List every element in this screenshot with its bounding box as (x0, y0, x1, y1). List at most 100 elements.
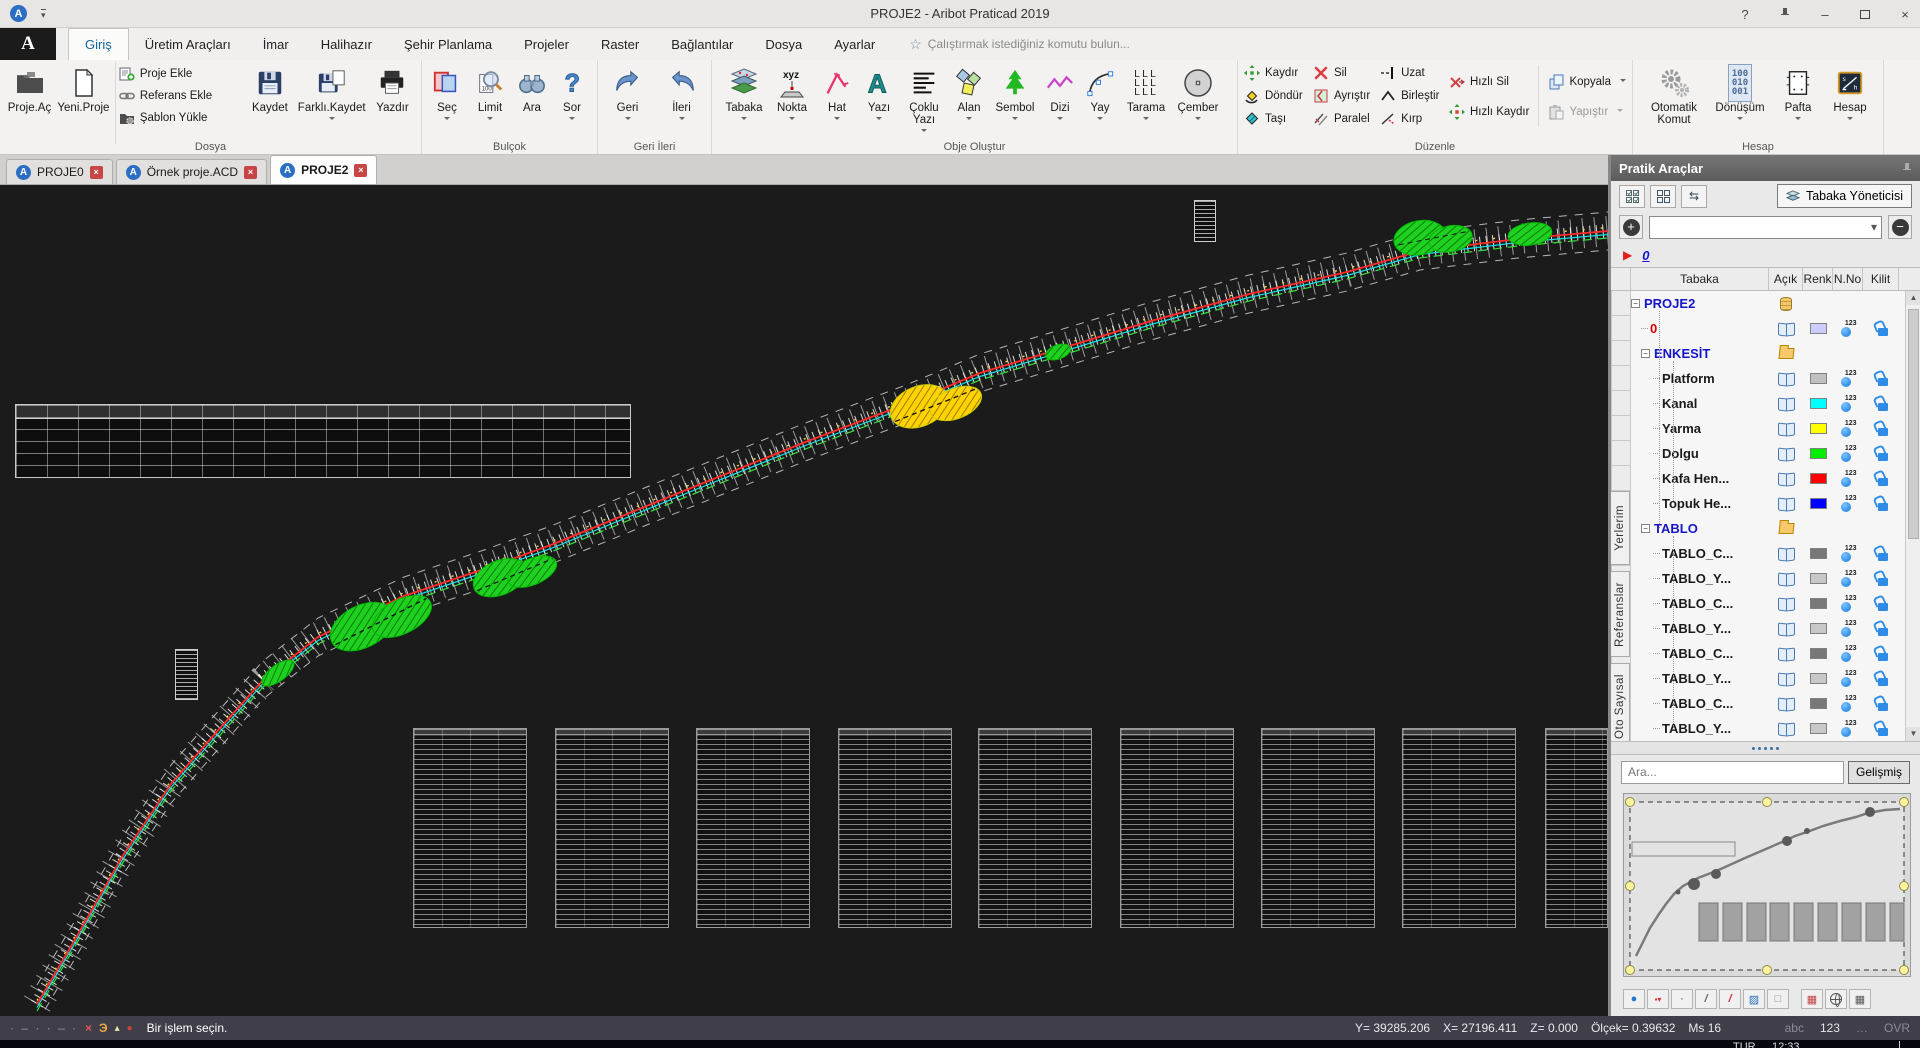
paralel-button[interactable]: Paralel (1313, 111, 1371, 127)
coklu-yazi-button[interactable]: Çoklu Yazı (900, 62, 948, 138)
layer-row[interactable]: Dolgu 123 (1611, 441, 1920, 466)
layer-visible-toggle[interactable] (1769, 598, 1803, 610)
tab-projeler[interactable]: Projeler (508, 28, 585, 60)
layer-number-toggle[interactable]: 123 (1833, 396, 1863, 412)
layer-lock-toggle[interactable] (1863, 496, 1899, 511)
column-acik[interactable]: Açık (1769, 268, 1803, 290)
layer-lock-toggle[interactable] (1863, 396, 1899, 411)
layer-number-toggle[interactable]: 123 (1833, 721, 1863, 737)
dot-style-button[interactable]: · (1671, 989, 1693, 1009)
layer-row[interactable]: −PROJE2 (1611, 291, 1920, 316)
layer-filter-combobox[interactable]: ▾ (1649, 216, 1882, 239)
command-search[interactable]: ☆ Çalıştırmak istediğiniz komutu bulun..… (909, 28, 1130, 60)
dynamic-input-icon[interactable]: Э (99, 1021, 108, 1035)
tile-view-button[interactable] (1650, 185, 1676, 208)
layer-row[interactable]: TABLO_C... 123 (1611, 641, 1920, 666)
layer-number-toggle[interactable]: 123 (1833, 621, 1863, 637)
proje-ekle-button[interactable]: Proje Ekle (119, 66, 245, 82)
help-button[interactable]: ? (1736, 7, 1754, 22)
layer-visible-toggle[interactable] (1769, 623, 1803, 635)
layer-lock-toggle[interactable] (1863, 471, 1899, 486)
layer-visible-toggle[interactable] (1769, 473, 1803, 485)
tab-uretim-araclari[interactable]: Üretim Araçları (129, 28, 247, 60)
layer-number-toggle[interactable]: 123 (1833, 496, 1863, 512)
tab-baglantilar[interactable]: Bağlantılar (655, 28, 749, 60)
yazi-button[interactable]: A Yazı (858, 62, 900, 138)
layer-visible-toggle[interactable] (1769, 498, 1803, 510)
layer-lock-toggle[interactable] (1863, 446, 1899, 461)
close-tab-icon[interactable]: × (244, 166, 257, 179)
cross-section-table[interactable] (1402, 728, 1516, 928)
layer-number-toggle[interactable]: 123 (1833, 596, 1863, 612)
yazdir-button[interactable]: Yazdır (368, 62, 417, 138)
yapistir-button[interactable]: Yapıştır (1548, 104, 1626, 120)
polyline-style-button[interactable]: / (1719, 989, 1741, 1009)
close-tab-icon[interactable]: × (354, 164, 367, 177)
sidetab-referanslar[interactable]: Referanslar (1611, 571, 1630, 657)
layer-color-swatch[interactable] (1803, 673, 1833, 684)
mini-table[interactable] (1194, 200, 1216, 242)
birlestir-button[interactable]: Birleştir (1380, 88, 1440, 104)
abc-toggle[interactable]: abc (1785, 1021, 1804, 1035)
scrollbar-thumb[interactable] (1908, 309, 1919, 539)
hatch-style-button[interactable]: ▨ (1743, 989, 1765, 1009)
hat-button[interactable]: Hat (816, 62, 858, 138)
table-style-button[interactable]: ▦ (1801, 989, 1823, 1009)
osnap-icon[interactable]: ▴ (115, 1023, 120, 1034)
yay-button[interactable]: Yay (1080, 62, 1120, 138)
column-renk[interactable]: Renk (1803, 268, 1833, 290)
mini-table[interactable] (175, 649, 198, 700)
layer-visible-toggle[interactable] (1769, 723, 1803, 735)
layer-visible-toggle[interactable] (1769, 423, 1803, 435)
layer-color-swatch[interactable] (1803, 323, 1833, 334)
otomatik-komut-button[interactable]: Otomatik Komut (1643, 62, 1705, 138)
donusum-button[interactable]: 100010001 Dönüşüm (1711, 62, 1769, 138)
limit-button[interactable]: 100 Limit (468, 62, 512, 138)
layer-number-toggle[interactable]: 123 (1833, 446, 1863, 462)
layer-color-swatch[interactable] (1803, 648, 1833, 659)
layer-lock-toggle[interactable] (1863, 596, 1899, 611)
kopyala-button[interactable]: Kopyala (1548, 74, 1626, 90)
snap-dots-toggle[interactable]: · – · · – · (10, 1021, 78, 1035)
layer-row[interactable]: TABLO_Y... 123 (1611, 666, 1920, 691)
layer-number-toggle[interactable]: 123 (1833, 571, 1863, 587)
sil-button[interactable]: Sil (1313, 65, 1371, 81)
layer-row[interactable]: TABLO_Y... 123 (1611, 566, 1920, 591)
close-tab-icon[interactable]: × (90, 166, 103, 179)
geri-button[interactable]: Geri (605, 62, 651, 138)
layer-visible-toggle[interactable] (1769, 648, 1803, 660)
sidetab-yerlerim[interactable]: Yerlerim (1611, 491, 1630, 565)
close-button[interactable]: × (1896, 7, 1914, 22)
layer-lock-toggle[interactable] (1863, 421, 1899, 436)
layer-row[interactable]: Topuk He... 123 (1611, 491, 1920, 516)
cross-section-table[interactable] (978, 728, 1092, 928)
node-style-button[interactable]: ▪▾ (1647, 989, 1669, 1009)
doc-tab-proje2[interactable]: A PROJE2 × (270, 155, 377, 184)
cross-section-table[interactable] (555, 728, 669, 928)
layer-tree-scrollbar[interactable]: ▲ ▼ (1905, 291, 1920, 741)
layer-color-swatch[interactable] (1803, 698, 1833, 709)
sec-button[interactable]: Seç (426, 62, 468, 138)
yeni-proje-button[interactable]: Yeni.Proje (55, 62, 112, 138)
nokta-button[interactable]: xyz Nokta (768, 62, 816, 138)
show-desktop-divider[interactable] (1899, 1041, 1900, 1048)
layer-visible-toggle[interactable] (1769, 398, 1803, 410)
layer-row[interactable]: Kafa Hen... 123 (1611, 466, 1920, 491)
layer-visible-toggle[interactable] (1769, 573, 1803, 585)
layer-lock-toggle[interactable] (1863, 371, 1899, 386)
record-icon[interactable]: ● (127, 1023, 133, 1034)
delete-toggle-icon[interactable]: × (85, 1021, 92, 1035)
tab-dosya[interactable]: Dosya (749, 28, 818, 60)
hizli-kaydir-button[interactable]: Hızlı Kaydır (1449, 104, 1529, 120)
layer-lock-toggle[interactable] (1863, 696, 1899, 711)
layer-visible-toggle[interactable] (1769, 548, 1803, 560)
sablon-yukle-button[interactable]: Şablon Yükle (119, 110, 245, 126)
layer-color-swatch[interactable] (1803, 573, 1833, 584)
layer-number-toggle[interactable]: 123 (1833, 421, 1863, 437)
minimize-button[interactable]: – (1816, 7, 1834, 22)
point-style-button[interactable]: ● (1623, 989, 1645, 1009)
scroll-down-icon[interactable]: ▼ (1906, 727, 1920, 741)
drawing-canvas[interactable] (0, 185, 1608, 1016)
minimap[interactable] (1623, 793, 1911, 977)
layer-visible-toggle[interactable] (1769, 698, 1803, 710)
